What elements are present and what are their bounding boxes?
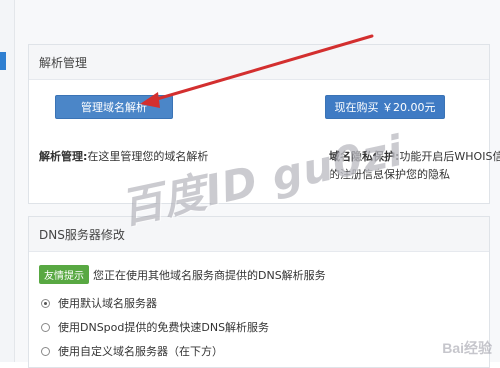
radio-button[interactable] [41,346,50,356]
privacy-text-2: 的注册信息保护您的隐私 [329,168,450,181]
baidu-jingyan-logo: Bai经验 [442,340,492,356]
privacy-text: 功能开启后WHOIS信息中 [399,150,500,163]
sidebar-active-marker [0,52,6,70]
buy-privacy-button[interactable]: 现在购买 ￥20.00元 [325,95,445,119]
radio-button[interactable] [41,298,50,308]
radio-button[interactable] [41,322,50,332]
radio-label: 使用自定义域名服务器（在下方） [58,345,223,358]
panel-title: DNS服务器修改 [29,217,489,252]
dns-management-panel: 解析管理 管理域名解析 现在购买 ￥20.00元 解析管理:在这里管理您的域名解… [28,44,500,204]
desc-label: 解析管理: [39,150,88,163]
radio-custom-dns[interactable]: 使用自定义域名服务器（在下方） [41,343,223,359]
dns-management-description: 解析管理:在这里管理您的域名解析 [39,148,208,166]
notice-text: 您正在使用其他域名服务商提供的DNS解析服务 [93,268,326,282]
desc-text: 在这里管理您的域名解析 [87,150,209,163]
notice-tag: 友情提示 [39,265,89,284]
radio-default-dns[interactable]: 使用默认域名服务器 [41,295,157,311]
radio-dnspod[interactable]: 使用DNSpod提供的免费快速DNS解析服务 [41,319,269,335]
panel-title: 解析管理 [29,45,489,80]
privacy-description: 域名隐私保护:功能开启后WHOIS信息中 的注册信息保护您的隐私 [329,148,500,184]
privacy-label: 域名隐私保护: [329,150,400,163]
dns-server-panel: DNS服务器修改 友情提示 您正在使用其他域名服务商提供的DNS解析服务 使用默… [28,216,490,368]
radio-label: 使用DNSpod提供的免费快速DNS解析服务 [58,321,270,334]
notice-row: 友情提示 您正在使用其他域名服务商提供的DNS解析服务 [39,265,326,284]
manage-dns-button[interactable]: 管理域名解析 [55,95,173,119]
radio-label: 使用默认域名服务器 [58,297,157,310]
